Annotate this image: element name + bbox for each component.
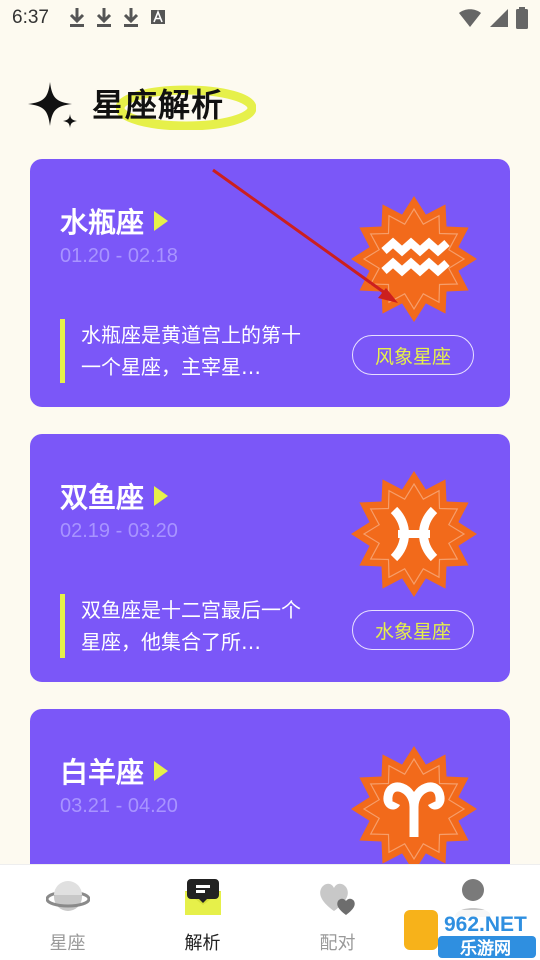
planet-icon: [45, 881, 90, 911]
nav-item-match[interactable]: 配对: [270, 865, 405, 960]
zodiac-dates: 02.19 - 03.20: [60, 520, 178, 542]
card-name-row: 双鱼座: [60, 476, 169, 516]
font-a-icon: [151, 9, 165, 24]
zodiac-name: 双鱼座: [60, 481, 145, 514]
watermark-subtext: 乐游网: [460, 938, 511, 959]
download-icon: [69, 8, 85, 27]
element-tag[interactable]: 风象星座: [352, 335, 474, 375]
wifi-icon: [459, 9, 481, 27]
nav-label: 星座: [49, 933, 86, 954]
card-name-row: 水瓶座: [60, 201, 169, 241]
nav-label: 配对: [319, 933, 356, 954]
zodiac-description: 双鱼座是十二宫最后一个星座，他集合了所…: [60, 594, 314, 658]
play-triangle-icon: [154, 211, 169, 231]
pisces-symbol-icon: [351, 471, 477, 597]
download-icon: [96, 8, 112, 27]
status-bar: 6:37: [0, 0, 540, 36]
play-triangle-icon: [154, 486, 169, 506]
zodiac-dates: 03.21 - 04.20: [60, 795, 178, 817]
download-icon: [123, 8, 139, 27]
hearts-icon: [319, 883, 355, 915]
aquarius-symbol-icon: [351, 196, 477, 322]
status-time: 6:37: [12, 7, 49, 28]
zodiac-card-pisces[interactable]: 双鱼座 02.19 - 03.20 双鱼座是十二宫最后一个星座，他集合了所… 水…: [30, 434, 510, 682]
battery-icon: [516, 7, 528, 29]
zodiac-description: 水瓶座是黄道宫上的第十一个星座，主宰星…: [60, 319, 314, 383]
page-header: 星座解析: [28, 76, 328, 132]
system-icons: [458, 7, 528, 29]
element-tag[interactable]: 水象星座: [352, 610, 474, 650]
nav-item-analysis[interactable]: 解析: [135, 865, 270, 960]
zodiac-dates: 01.20 - 02.18: [60, 245, 178, 267]
zodiac-name: 白羊座: [60, 756, 145, 789]
signal-icon: [490, 9, 508, 27]
zodiac-card-aquarius[interactable]: 水瓶座 01.20 - 02.18 水瓶座是黄道宫上的第十一个星座，主宰星… 风…: [30, 159, 510, 407]
nav-label: 解析: [184, 933, 221, 954]
notification-icons: [68, 6, 167, 28]
aries-symbol-icon: [351, 746, 477, 872]
page-title: 星座解析: [92, 86, 225, 124]
sparkle-icon: [28, 82, 77, 128]
message-icon: [184, 879, 221, 915]
zodiac-card-aries[interactable]: 白羊座 03.21 - 04.20: [30, 709, 510, 889]
watermark-logo: 962.NET 乐游网: [404, 910, 536, 959]
zodiac-name: 水瓶座: [60, 206, 145, 239]
watermark-text: 962.NET: [444, 913, 527, 936]
card-name-row: 白羊座: [60, 751, 169, 791]
nav-item-zodiac[interactable]: 星座: [0, 865, 135, 960]
play-triangle-icon: [154, 761, 169, 781]
